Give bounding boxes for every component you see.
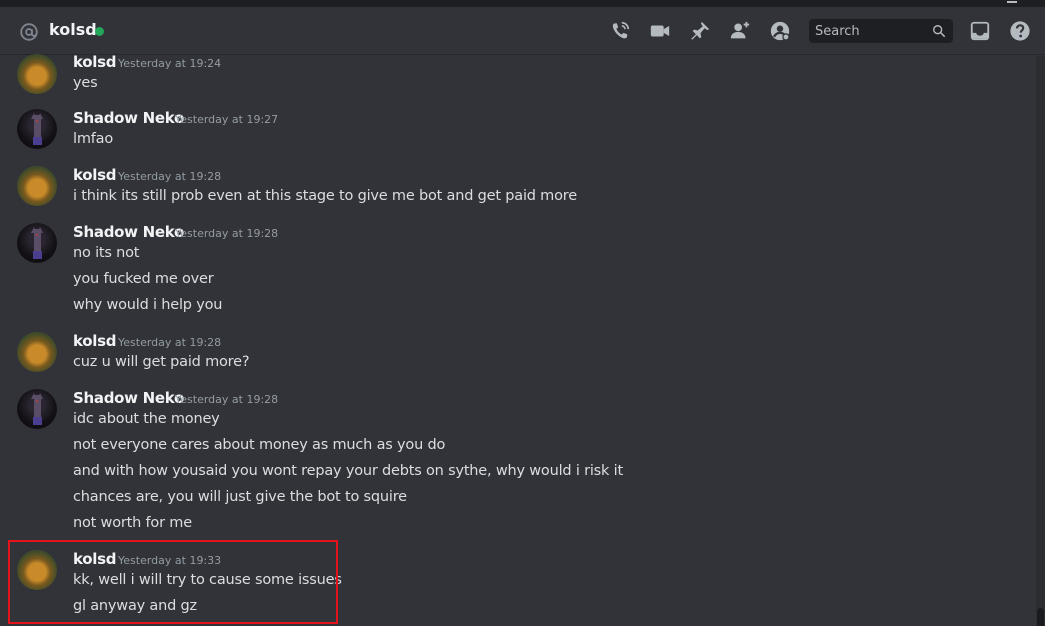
message-timestamp: Yesterday at 19:28	[118, 170, 222, 183]
avatar[interactable]	[17, 223, 57, 263]
avatar-figure-icon	[31, 227, 43, 259]
message-text: chances are, you will just give the bot …	[73, 489, 407, 505]
message-author[interactable]: kolsd	[73, 332, 116, 350]
voice-call-icon[interactable]	[609, 20, 631, 42]
message-text: idc about the money	[73, 411, 220, 427]
message-author[interactable]: Shadow Neko	[73, 389, 184, 407]
message-text: and with how yousaid you wont repay your…	[73, 463, 623, 479]
message-text: not worth for me	[73, 515, 192, 531]
search-box[interactable]	[809, 19, 953, 43]
add-friend-icon[interactable]	[729, 20, 751, 42]
message-text: i think its still prob even at this stag…	[73, 188, 577, 204]
message-text: no its not	[73, 245, 140, 261]
message-text: why would i help you	[73, 297, 223, 313]
channel-name: kolsd	[49, 20, 97, 39]
avatar[interactable]	[17, 332, 57, 372]
at-icon	[20, 23, 38, 41]
scrollbar[interactable]	[1036, 56, 1045, 626]
avatar[interactable]	[17, 389, 57, 429]
minimize-icon[interactable]	[1007, 1, 1017, 3]
message-text: you fucked me over	[73, 271, 214, 287]
message-text: lmfao	[73, 131, 114, 147]
user-profile-icon[interactable]	[769, 20, 791, 42]
message-timestamp: Yesterday at 19:28	[175, 393, 279, 406]
search-icon	[933, 25, 946, 38]
channel-header: kolsd	[0, 7, 1045, 55]
message-timestamp: Yesterday at 19:27	[175, 113, 279, 126]
scrollbar-thumb[interactable]	[1037, 608, 1044, 626]
avatar[interactable]	[17, 166, 57, 206]
window-title-strip	[0, 0, 1045, 7]
help-icon[interactable]	[1009, 20, 1031, 42]
avatar[interactable]	[17, 54, 57, 94]
message-timestamp: Yesterday at 19:28	[175, 227, 279, 240]
message-author[interactable]: kolsd	[73, 550, 116, 568]
inbox-icon[interactable]	[969, 20, 991, 42]
pin-icon[interactable]	[689, 20, 711, 42]
message-author[interactable]: kolsd	[73, 166, 116, 184]
avatar[interactable]	[17, 109, 57, 149]
message-list: kolsd Yesterday at 19:24 yes Shadow Neko…	[0, 53, 1036, 626]
message-text: kk, well i will try to cause some issues	[73, 572, 342, 588]
message-author[interactable]: Shadow Neko	[73, 223, 184, 241]
avatar-figure-icon	[31, 393, 43, 425]
avatar[interactable]	[17, 550, 57, 590]
message-author[interactable]: Shadow Neko	[73, 109, 184, 127]
message-author[interactable]: kolsd	[73, 53, 116, 71]
message-text: not everyone cares about money as much a…	[73, 437, 446, 453]
search-input[interactable]	[809, 23, 927, 39]
message-timestamp: Yesterday at 19:33	[118, 554, 222, 567]
video-call-icon[interactable]	[649, 20, 671, 42]
message-timestamp: Yesterday at 19:24	[118, 57, 222, 70]
online-status-indicator	[95, 27, 104, 36]
avatar-figure-icon	[31, 113, 43, 145]
message-timestamp: Yesterday at 19:28	[118, 336, 222, 349]
message-text: yes	[73, 75, 98, 91]
message-text: gl anyway and gz	[73, 598, 197, 614]
message-text: cuz u will get paid more?	[73, 354, 250, 370]
